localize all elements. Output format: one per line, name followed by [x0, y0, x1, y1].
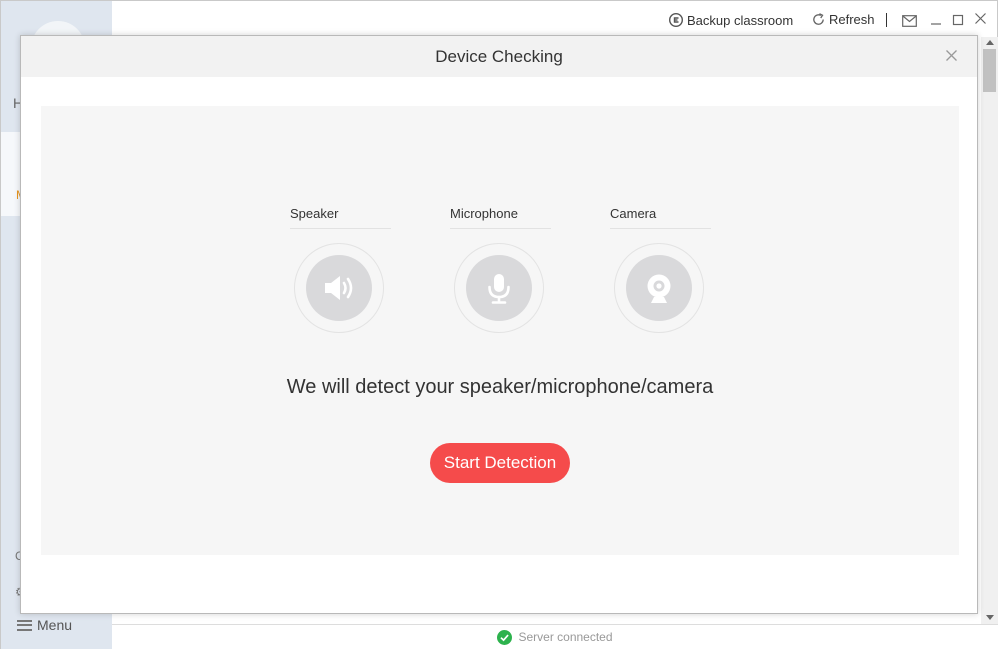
- device-camera: Camera: [610, 206, 711, 333]
- divider: [610, 228, 711, 229]
- microphone-icon: [466, 255, 532, 321]
- dialog-title: Device Checking: [435, 47, 563, 66]
- refresh-button[interactable]: Refresh: [811, 12, 875, 27]
- menu-button[interactable]: Menu: [17, 617, 72, 633]
- backup-classroom-button[interactable]: Backup classroom: [668, 12, 793, 28]
- speaker-icon: [306, 255, 372, 321]
- device-speaker: Speaker: [290, 206, 391, 333]
- minimize-icon[interactable]: [930, 13, 942, 31]
- divider: [450, 228, 551, 229]
- mail-icon[interactable]: [902, 14, 917, 32]
- device-label: Speaker: [290, 206, 339, 221]
- toolbar-divider: [886, 13, 887, 27]
- device-status-ring: [454, 243, 544, 333]
- menu-label: Menu: [37, 617, 73, 633]
- detection-message: We will detect your speaker/microphone/c…: [286, 376, 714, 398]
- scrollbar-thumb[interactable]: [983, 49, 996, 92]
- device-status-ring: [294, 243, 384, 333]
- divider: [290, 228, 391, 229]
- camera-icon: [626, 255, 692, 321]
- refresh-label: Refresh: [829, 12, 875, 27]
- device-microphone: Microphone: [450, 206, 551, 333]
- device-label: Microphone: [450, 206, 518, 221]
- backup-icon: [668, 12, 684, 28]
- scroll-down-arrow-icon[interactable]: [986, 615, 994, 620]
- vertical-scrollbar[interactable]: [981, 37, 998, 624]
- maximize-icon[interactable]: [952, 13, 964, 31]
- start-detection-button[interactable]: Start Detection: [430, 443, 570, 483]
- check-circle-icon: [497, 629, 513, 645]
- server-status-text: Server connected: [518, 630, 613, 644]
- device-status-ring: [614, 243, 704, 333]
- top-bar: Backup classroom Refresh: [112, 1, 997, 37]
- hamburger-icon: [17, 619, 32, 631]
- window-close-icon[interactable]: [974, 12, 987, 30]
- backup-classroom-label: Backup classroom: [687, 12, 794, 28]
- device-check-panel: Speaker Microphone Camera We will detect…: [41, 106, 959, 555]
- device-label: Camera: [610, 206, 657, 221]
- dialog-header: Device Checking: [21, 36, 977, 77]
- scroll-up-arrow-icon[interactable]: [986, 40, 994, 45]
- refresh-icon: [813, 13, 824, 25]
- status-bar: Server connected: [112, 624, 998, 649]
- device-checking-dialog: Device Checking Speaker Microphone Camer…: [20, 35, 978, 614]
- close-icon[interactable]: [945, 49, 958, 67]
